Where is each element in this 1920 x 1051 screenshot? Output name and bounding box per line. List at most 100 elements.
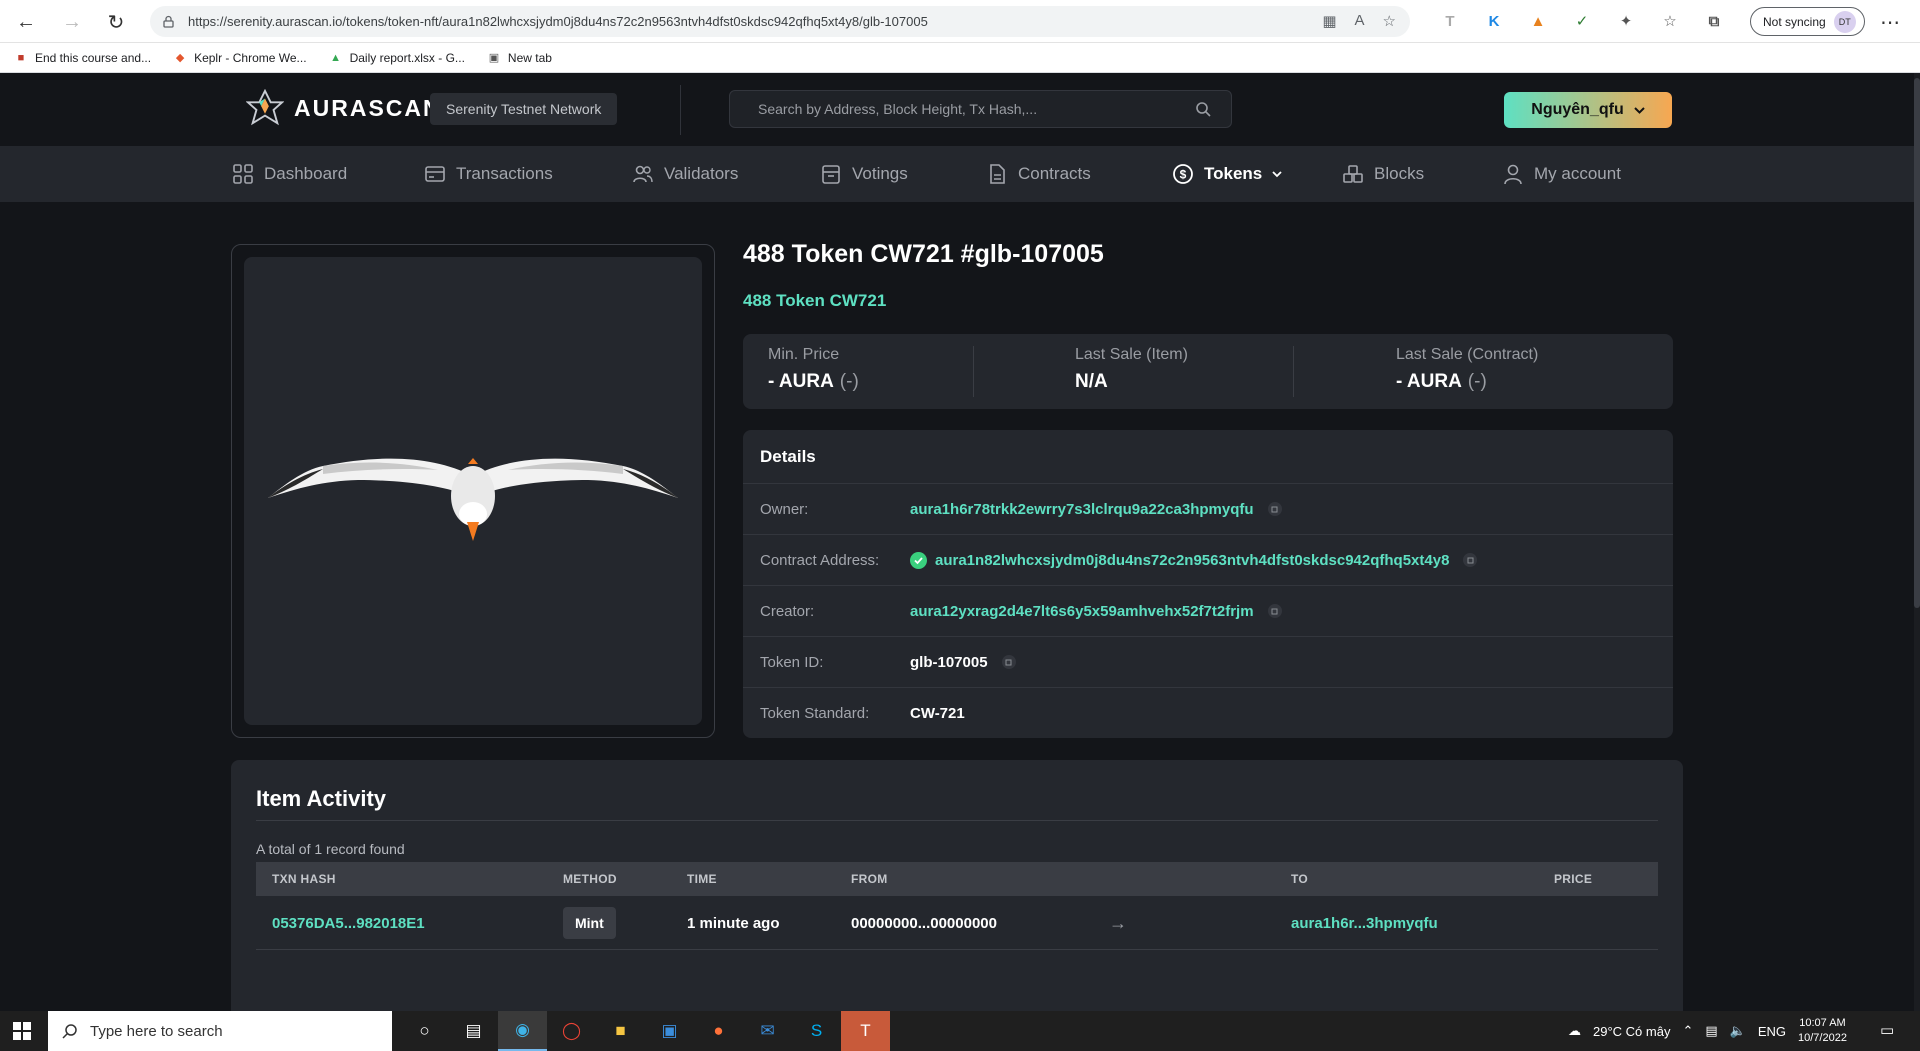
- weather-text[interactable]: 29°C Có mây: [1593, 1024, 1670, 1039]
- nav-item-blocks[interactable]: Blocks: [1342, 146, 1424, 202]
- clock[interactable]: 10:07 AM 10/7/2022: [1798, 1016, 1847, 1046]
- grid-icon: [233, 164, 253, 184]
- nav-label: Contracts: [1018, 164, 1091, 183]
- forward-icon[interactable]: →: [54, 4, 90, 40]
- mail-icon[interactable]: ✉: [743, 1011, 792, 1051]
- divider: [256, 820, 1658, 821]
- copy-icon[interactable]: [1267, 604, 1282, 618]
- price-value: - AURA (-): [768, 371, 859, 393]
- arrow-icon: →: [1109, 912, 1127, 933]
- windows-start-icon[interactable]: [12, 1021, 32, 1041]
- address-bar[interactable]: https://serenity.aurascan.io/tokens/toke…: [150, 6, 1410, 37]
- nft-image[interactable]: [244, 257, 702, 725]
- collection-link[interactable]: 488 Token CW721: [743, 291, 886, 311]
- nav-item-transactions[interactable]: Transactions: [424, 146, 553, 202]
- contract-address-link[interactable]: aura1n82lwhcxsjydm0j8du4ns72c2n9563ntvh4…: [910, 551, 1478, 569]
- task-view-circle-icon[interactable]: ○: [400, 1011, 449, 1051]
- record-count: A total of 1 record found: [256, 841, 405, 857]
- read-aloud-icon[interactable]: A: [1355, 12, 1365, 30]
- store-icon[interactable]: ▣: [645, 1011, 694, 1051]
- search-icon[interactable]: [1195, 101, 1211, 117]
- token-standard-value: CW-721: [910, 705, 965, 722]
- price-summary: Min. Price - AURA (-) Last Sale (Item) N/…: [743, 334, 1673, 409]
- bookmark-item[interactable]: ◆ Keplr - Chrome We...: [173, 50, 307, 65]
- puzzle-icon[interactable]: ✦: [1616, 11, 1636, 31]
- bookmark-item[interactable]: ■ End this course and...: [14, 51, 151, 65]
- copy-icon[interactable]: [1267, 502, 1282, 516]
- bookmarks-bar: ■ End this course and... ◆ Keplr - Chrom…: [0, 43, 1920, 73]
- main-nav: Dashboard Transactions Validators Voting…: [0, 146, 1914, 202]
- edge-icon[interactable]: ◉: [498, 1011, 547, 1051]
- back-icon[interactable]: ←: [8, 4, 44, 40]
- price-sub: (-): [839, 371, 859, 392]
- table-header: TXN HASH METHOD TIME FROM TO PRICE: [256, 862, 1658, 896]
- taskbar-search[interactable]: Type here to search: [48, 1011, 392, 1051]
- to-address-link[interactable]: aura1h6r...3hpmyqfu: [1291, 896, 1438, 950]
- cloud-icon: ☁: [1568, 1023, 1581, 1038]
- chrome-icon[interactable]: ◯: [547, 1011, 596, 1051]
- keplr-extension-icon[interactable]: K: [1484, 11, 1504, 31]
- refresh-icon[interactable]: ↻: [98, 4, 134, 40]
- favorite-star-icon[interactable]: ☆: [1383, 12, 1396, 30]
- browser-toolbar: ← → ↻ https://serenity.aurascan.io/token…: [0, 0, 1920, 43]
- logo[interactable]: AURASCAN: [246, 89, 442, 127]
- aurascan-logo-icon: [246, 89, 284, 126]
- detail-row-contract: Contract Address: aura1n82lwhcxsjydm0j8d…: [743, 535, 1673, 586]
- table-row: 05376DA5...982018E1 Mint 1 minute ago 00…: [256, 896, 1658, 950]
- text-extension-icon[interactable]: T: [1440, 11, 1460, 31]
- detail-value: aura12yxrag2d4e7lt6s6y5x59amhvehx52f7t2f…: [910, 602, 1254, 620]
- nav-item-validators[interactable]: Validators: [632, 146, 738, 202]
- bookmark-item[interactable]: ▲ Daily report.xlsx - G...: [329, 51, 465, 65]
- price-label: Last Sale (Contract): [1396, 346, 1539, 363]
- nav-item-dashboard[interactable]: Dashboard: [232, 146, 347, 202]
- price-amount: N/A: [1075, 371, 1108, 392]
- metamask-extension-icon[interactable]: ▲: [1528, 11, 1548, 31]
- bookmark-icon: ■: [17, 51, 25, 64]
- language-indicator[interactable]: ENG: [1758, 1024, 1786, 1039]
- apps-icon[interactable]: ▦: [1322, 12, 1336, 30]
- nav-item-votings[interactable]: Votings: [820, 146, 908, 202]
- creator-address-link[interactable]: aura12yxrag2d4e7lt6s6y5x59amhvehx52f7t2f…: [910, 603, 1282, 620]
- network-icon[interactable]: ▤: [1705, 1023, 1717, 1039]
- nav-label: Transactions: [456, 164, 553, 183]
- skype-icon[interactable]: S: [792, 1011, 841, 1051]
- nft-image-card: [231, 244, 715, 738]
- user-menu-button[interactable]: Nguyên_qfu: [1504, 92, 1672, 128]
- detail-label: Token Standard:: [760, 705, 870, 722]
- nav-label: Votings: [852, 164, 908, 183]
- bookmark-item[interactable]: ▣ New tab: [487, 51, 552, 65]
- user-icon: [1504, 164, 1522, 185]
- search-input[interactable]: [758, 101, 1195, 117]
- activity-title: Item Activity: [256, 786, 387, 811]
- page-title: 488 Token CW721 #glb-107005: [743, 240, 1104, 268]
- collections-icon[interactable]: ⧉: [1704, 11, 1724, 31]
- nav-item-contracts[interactable]: Contracts: [986, 146, 1091, 202]
- volume-icon[interactable]: 🔈: [1730, 1023, 1746, 1039]
- nav-item-tokens[interactable]: $ Tokens: [1172, 146, 1282, 202]
- users-icon: [633, 165, 653, 183]
- scrollbar-thumb[interactable]: [1914, 78, 1920, 608]
- task-view-icon[interactable]: ▤: [449, 1011, 498, 1051]
- bookmark-label: End this course and...: [35, 50, 152, 65]
- avatar: DT: [1833, 10, 1856, 33]
- divider: [973, 346, 974, 397]
- nav-item-my-account[interactable]: My account: [1502, 146, 1621, 202]
- teams-icon[interactable]: T: [841, 1011, 890, 1051]
- notification-icon[interactable]: ▭: [1880, 1021, 1900, 1041]
- price-value: N/A: [1075, 371, 1188, 393]
- sync-status-button[interactable]: Not syncing DT: [1750, 7, 1865, 36]
- leaf-extension-icon[interactable]: ✓: [1572, 11, 1592, 31]
- search-box[interactable]: [729, 90, 1232, 128]
- favorites-icon[interactable]: ☆: [1660, 11, 1680, 31]
- file-explorer-icon[interactable]: ■: [596, 1011, 645, 1051]
- copy-icon[interactable]: [1001, 655, 1016, 669]
- copy-icon[interactable]: [1463, 553, 1478, 567]
- owner-address-link[interactable]: aura1h6r78trkk2ewrry7s3lclrqu9a22ca3hpmy…: [910, 501, 1282, 518]
- txn-hash-link[interactable]: 05376DA5...982018E1: [272, 896, 425, 950]
- taskbar-search-placeholder: Type here to search: [90, 1022, 223, 1040]
- bookmark-label: Keplr - Chrome We...: [194, 50, 307, 65]
- more-icon[interactable]: ⋯: [1880, 10, 1900, 35]
- verified-check-icon: [910, 551, 927, 569]
- firefox-icon[interactable]: ●: [694, 1011, 743, 1051]
- chevron-up-icon[interactable]: ⌃: [1682, 1023, 1693, 1039]
